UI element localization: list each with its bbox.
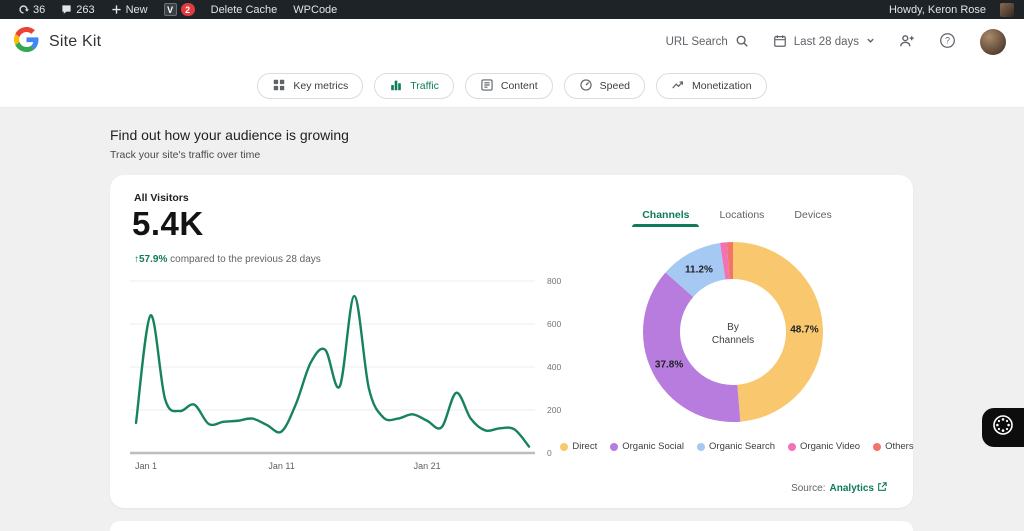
change-value: 57.9% [139, 254, 168, 265]
accessibility-widget-icon [991, 413, 1015, 442]
plus-icon [111, 4, 122, 15]
svg-text:Jan 11: Jan 11 [268, 461, 294, 471]
svg-text:Jan 1: Jan 1 [135, 461, 157, 471]
legend-item-organic-search: Organic Search [697, 441, 775, 452]
comments-menu[interactable]: 263 [53, 4, 102, 16]
person-add-icon [899, 33, 915, 52]
channels-donut-chart[interactable]: 48.7% 37.8% 11.2% By Channels [633, 237, 841, 429]
trending-up-icon [671, 78, 685, 95]
tab-label: Key metrics [293, 80, 349, 92]
admin-avatar[interactable] [1000, 2, 1014, 17]
wp-admin-bar: 36 263 New V 2 Delete Cache WPCode Howdy… [0, 0, 1024, 19]
source-line: Source: Analytics [791, 482, 887, 495]
legend-item-organic-social: Organic Social [610, 441, 684, 452]
comments-icon [61, 4, 72, 15]
tab-label: Content [500, 80, 538, 92]
help-button[interactable]: ? [939, 32, 956, 52]
search-icon [735, 34, 749, 51]
svg-text:Jan 21: Jan 21 [414, 461, 441, 471]
legend-dot [873, 442, 882, 451]
next-card-edge [110, 521, 913, 531]
donut-legend: Direct Organic Social Organic Search Org… [560, 441, 914, 452]
share-access-button[interactable] [899, 33, 915, 52]
url-search-label: URL Search [665, 36, 728, 48]
chevron-down-icon [866, 36, 875, 48]
delete-cache-menu[interactable]: Delete Cache [203, 4, 286, 16]
legend-dot [560, 442, 569, 451]
tab-channels[interactable]: Channels [632, 209, 700, 227]
tab-traffic[interactable]: Traffic [374, 73, 454, 99]
tab-label: Traffic [410, 80, 439, 92]
date-range-selector[interactable]: Last 28 days [773, 34, 875, 51]
floating-widget-button[interactable] [982, 408, 1024, 447]
svg-text:?: ? [945, 36, 950, 46]
svg-text:11.2%: 11.2% [685, 265, 713, 276]
change-text: compared to the previous 28 days [170, 254, 321, 265]
date-range-label: Last 28 days [793, 36, 859, 48]
svg-text:200: 200 [547, 405, 561, 415]
legend-item-others: Others [873, 441, 914, 452]
svg-text:By: By [727, 322, 739, 333]
updates-icon [18, 4, 29, 15]
svg-text:400: 400 [547, 362, 561, 372]
speedometer-icon [579, 78, 593, 95]
legend-item-direct: Direct [560, 441, 597, 452]
url-search-button[interactable]: URL Search [666, 34, 749, 51]
tab-label: Speed [599, 80, 631, 92]
svg-text:0: 0 [547, 448, 552, 458]
updates-count: 36 [33, 3, 46, 16]
legend-dot [697, 442, 706, 451]
plugin-notifications-menu[interactable]: V 2 [156, 3, 203, 16]
svg-text:800: 800 [547, 276, 561, 286]
tab-locations[interactable]: Locations [719, 209, 764, 227]
notification-badge: 2 [180, 3, 195, 16]
legend-item-organic-video: Organic Video [788, 441, 860, 452]
updates-menu[interactable]: 36 [10, 4, 53, 16]
new-label: New [125, 3, 148, 16]
tab-content[interactable]: Content [464, 73, 553, 99]
visitors-line-chart[interactable]: 0 200 400 600 800 Jan 1 Jan 11 Jan 21 [130, 273, 585, 477]
sitekit-header: Site Kit URL Search Last 28 days ? [0, 19, 1024, 65]
metric-label: All Visitors [134, 192, 189, 204]
svg-text:37.8%: 37.8% [655, 360, 683, 371]
document-list-icon [480, 78, 494, 95]
howdy-account-menu[interactable]: Howdy, Keron Rose [881, 4, 994, 16]
help-icon: ? [939, 32, 956, 52]
sitekit-logo: Site Kit [14, 27, 101, 57]
external-link-icon [877, 482, 887, 495]
bar-chart-icon [389, 78, 403, 95]
comments-count: 263 [76, 3, 95, 16]
tab-devices[interactable]: Devices [794, 209, 831, 227]
analytics-source-link[interactable]: Analytics [830, 482, 887, 495]
all-visitors-card: All Visitors 5.4K ↑57.9% compared to the… [110, 175, 914, 508]
dashboard-nav: Key metrics Traffic Content Speed Moneti… [0, 65, 1024, 108]
breakdown-tabs: Channels Locations Devices [632, 209, 832, 227]
tab-speed[interactable]: Speed [563, 73, 646, 99]
page-title: Find out how your audience is growing [110, 127, 349, 143]
tab-monetization[interactable]: Monetization [656, 73, 767, 99]
google-g-icon [14, 27, 39, 57]
metric-value: 5.4K [132, 205, 204, 242]
plugin-icon: V [163, 3, 177, 16]
metric-change: ↑57.9% compared to the previous 28 days [134, 254, 321, 265]
wpcode-menu[interactable]: WPCode [285, 4, 345, 16]
calendar-icon [773, 34, 787, 51]
legend-dot [610, 442, 619, 451]
grid-icon [272, 78, 286, 95]
new-menu[interactable]: New [103, 4, 156, 16]
legend-dot [788, 442, 797, 451]
svg-text:600: 600 [547, 319, 561, 329]
wpcode-label: WPCode [293, 3, 338, 16]
user-avatar[interactable] [980, 29, 1006, 55]
tab-key-metrics[interactable]: Key metrics [257, 73, 364, 99]
svg-text:48.7%: 48.7% [790, 325, 818, 336]
app-title: Site Kit [49, 33, 102, 50]
svg-text:Channels: Channels [712, 335, 754, 346]
delete-cache-label: Delete Cache [210, 3, 278, 16]
page-subtitle: Track your site's traffic over time [110, 149, 261, 161]
source-prefix: Source: [791, 483, 826, 494]
tab-label: Monetization [692, 80, 752, 92]
